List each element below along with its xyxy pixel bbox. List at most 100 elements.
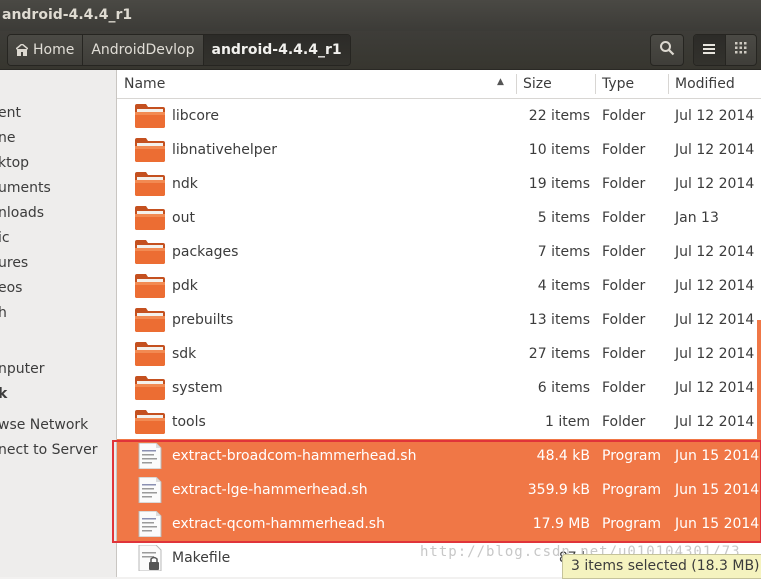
file-row[interactable]: sdk 27 items Folder Jul 12 2014 xyxy=(117,337,761,371)
file-modified: Jul 12 2014 xyxy=(675,176,755,192)
folder-icon xyxy=(134,205,166,231)
window-title: android-4.4.4_r1 xyxy=(2,7,133,23)
folder-icon xyxy=(134,375,166,401)
file-size: 4 items xyxy=(537,278,590,294)
list-view-button[interactable] xyxy=(694,35,726,65)
file-size: 7 items xyxy=(537,244,590,260)
file-type: Folder xyxy=(602,176,646,192)
file-modified: Jul 12 2014 xyxy=(675,108,755,124)
file-type: Folder xyxy=(602,346,646,362)
file-type: Folder xyxy=(602,278,646,294)
grid-view-button[interactable] xyxy=(726,35,757,65)
column-type[interactable]: Type xyxy=(602,70,634,98)
file-row[interactable]: out 5 items Folder Jan 13 xyxy=(117,201,761,235)
file-row[interactable]: extract-lge-hammerhead.sh 359.9 kB Program… xyxy=(117,473,761,507)
file-row[interactable]: ndk 19 items Folder Jul 12 2014 xyxy=(117,167,761,201)
file-row[interactable]: libcore 22 items Folder Jul 12 2014 xyxy=(117,99,761,133)
folder-icon xyxy=(134,137,166,163)
sidebar-item-music[interactable]: ic xyxy=(0,230,10,246)
file-name: packages xyxy=(172,244,239,260)
file-modified: Jul 12 2014 xyxy=(675,380,755,396)
sidebar-item-downloads[interactable]: nloads xyxy=(0,205,44,221)
file-row[interactable]: extract-broadcom-hammerhead.sh 48.4 kB Pro… xyxy=(117,439,761,473)
file-row[interactable]: prebuilts 13 items Folder Jul 12 2014 xyxy=(117,303,761,337)
file-size: 17.9 MB xyxy=(532,516,590,532)
scrollbar[interactable] xyxy=(757,320,761,440)
sidebar-item-videos[interactable]: eos xyxy=(0,280,22,296)
sidebar: ent ne ktop uments nloads ic ures eos h … xyxy=(0,70,117,577)
file-row[interactable]: packages 7 items Folder Jul 12 2014 xyxy=(117,235,761,269)
file-row[interactable]: libnativehelper 10 items Folder Jul 12 2014 xyxy=(117,133,761,167)
script-file-icon xyxy=(134,476,166,504)
sidebar-item-connect-to-server[interactable]: nect to Server xyxy=(0,442,98,458)
file-row[interactable]: extract-qcom-hammerhead.sh 17.9 MB Program… xyxy=(117,507,761,541)
column-name[interactable]: Name xyxy=(124,70,165,98)
file-modified: Jul 12 2014 xyxy=(675,346,755,362)
breadcrumb-home[interactable]: Home xyxy=(8,35,84,65)
file-name: system xyxy=(172,380,223,396)
sidebar-item-home[interactable]: ne xyxy=(0,130,16,146)
file-name: tools xyxy=(172,414,206,430)
breadcrumb-androiddevlop[interactable]: AndroidDevlop xyxy=(83,35,204,65)
column-size[interactable]: Size xyxy=(523,70,552,98)
sidebar-item-pictures[interactable]: ures xyxy=(0,255,28,271)
sidebar-item-browse-network[interactable]: wse Network xyxy=(0,417,88,433)
column-divider xyxy=(516,74,517,94)
file-type: Folder xyxy=(602,108,646,124)
file-modified: Jun 15 2014 xyxy=(675,448,760,464)
file-size: 48.4 kB xyxy=(536,448,590,464)
column-modified[interactable]: Modified xyxy=(675,70,735,98)
file-modified: Jul 12 2014 xyxy=(675,142,755,158)
status-bar: 3 items selected (18.3 MB) xyxy=(562,554,761,579)
breadcrumb-androiddevlop-label: AndroidDevlop xyxy=(91,42,195,58)
sidebar-item-documents[interactable]: uments xyxy=(0,180,51,196)
file-row[interactable]: pdk 4 items Folder Jul 12 2014 xyxy=(117,269,761,303)
file-name: out xyxy=(172,210,195,226)
file-type: Folder xyxy=(602,380,646,396)
breadcrumb-current-label: android-4.4.4_r1 xyxy=(211,42,342,58)
file-type: Program xyxy=(602,482,662,498)
breadcrumb-current[interactable]: android-4.4.4_r1 xyxy=(203,35,350,65)
file-type: Folder xyxy=(602,312,646,328)
file-modified: Jul 12 2014 xyxy=(675,414,755,430)
file-name: extract-broadcom-hammerhead.sh xyxy=(172,448,417,464)
script-file-icon xyxy=(134,442,166,470)
file-type: Folder xyxy=(602,244,646,260)
sidebar-item-desktop[interactable]: ktop xyxy=(0,155,29,171)
file-modified: Jul 12 2014 xyxy=(675,312,755,328)
file-size: 1 item xyxy=(545,414,590,430)
file-name: pdk xyxy=(172,278,198,294)
file-modified: Jun 15 2014 xyxy=(675,482,760,498)
column-divider xyxy=(595,74,596,94)
toolbar: Home AndroidDevlop android-4.4.4_r1 xyxy=(0,31,761,70)
folder-icon xyxy=(134,307,166,333)
sidebar-item-trash[interactable]: h xyxy=(0,305,7,321)
file-size: 22 items xyxy=(528,108,590,124)
file-row[interactable]: tools 1 item Folder Jul 12 2014 xyxy=(117,405,761,439)
file-modified: Jul 12 2014 xyxy=(675,278,755,294)
file-list: Name ▲ Size Type Modified libcore 22 item… xyxy=(117,70,761,577)
folder-icon xyxy=(134,239,166,265)
folder-icon xyxy=(134,103,166,129)
file-modified: Jun 15 2014 xyxy=(675,516,760,532)
file-type: Folder xyxy=(602,414,646,430)
sidebar-section-network: k xyxy=(0,386,7,402)
file-size: 19 items xyxy=(528,176,590,192)
window-titlebar: android-4.4.4_r1 xyxy=(0,0,761,31)
file-modified: Jul 12 2014 xyxy=(675,244,755,260)
column-divider xyxy=(668,74,669,94)
file-name: extract-qcom-hammerhead.sh xyxy=(172,516,385,532)
file-row[interactable]: system 6 items Folder Jul 12 2014 xyxy=(117,371,761,405)
sidebar-item-recent[interactable]: ent xyxy=(0,105,21,121)
file-size: 27 items xyxy=(528,346,590,362)
file-size: 10 items xyxy=(528,142,590,158)
file-size: 13 items xyxy=(528,312,590,328)
sidebar-item-computer[interactable]: nputer xyxy=(0,361,45,377)
search-button[interactable] xyxy=(650,34,684,66)
column-header: Name ▲ Size Type Modified xyxy=(117,70,761,99)
file-type: Folder xyxy=(602,210,646,226)
file-name: extract-lge-hammerhead.sh xyxy=(172,482,368,498)
grid-view-icon xyxy=(734,42,747,58)
breadcrumb-home-label: Home xyxy=(33,42,75,58)
file-name: sdk xyxy=(172,346,197,362)
